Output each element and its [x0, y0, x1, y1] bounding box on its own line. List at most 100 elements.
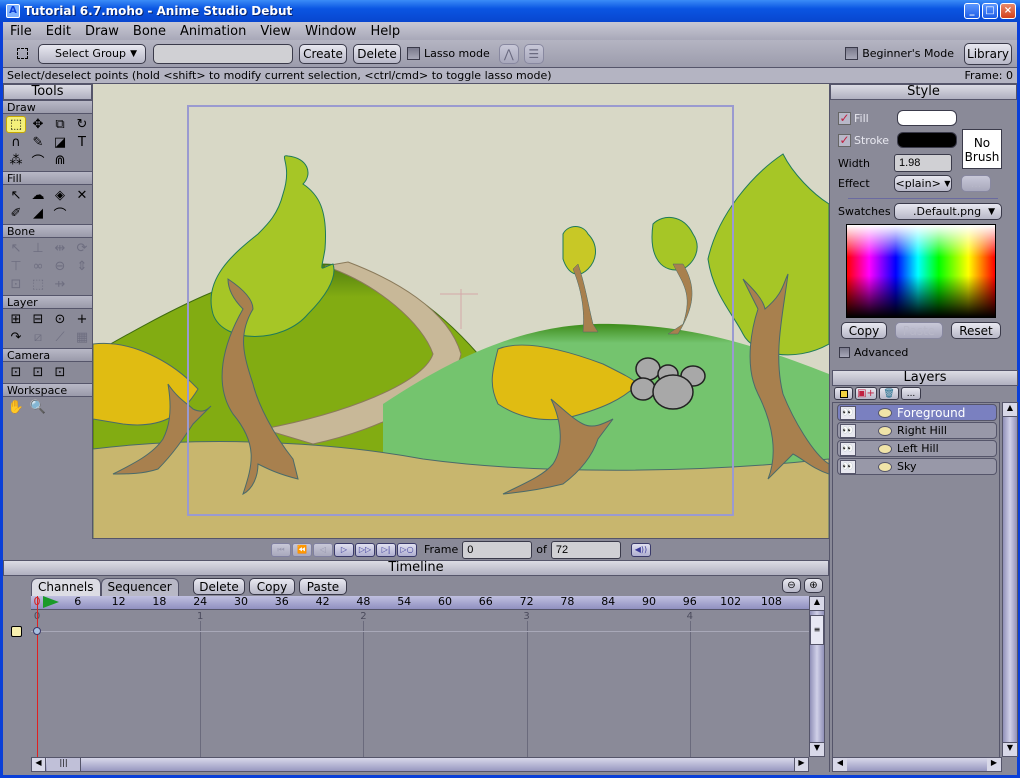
brush-preview[interactable]: No Brush — [962, 129, 1002, 169]
scroll-thumb[interactable]: ≡ — [810, 615, 824, 645]
delete-shape-tool[interactable]: ✕ — [72, 187, 92, 204]
group-name-input[interactable] — [153, 43, 293, 64]
delete-edge-tool[interactable]: ⁂ — [6, 152, 26, 169]
play-range-marker-icon[interactable] — [43, 596, 59, 608]
layers-vertical-scrollbar[interactable]: ▲ ▼ — [1002, 402, 1018, 757]
delete-layer-button[interactable]: 🗑 — [879, 387, 899, 400]
horizontal-scroll-thumb[interactable]: ||| — [47, 758, 81, 771]
timeline-vertical-scrollbar[interactable]: ▲ ≡ ▼ — [809, 596, 825, 757]
library-button[interactable]: Library — [964, 42, 1012, 65]
add-point-tool[interactable]: ∩ — [6, 134, 26, 151]
total-frames-input[interactable] — [550, 540, 621, 559]
fast-forward-button[interactable]: ▷| — [376, 542, 396, 557]
bind-layer-tool[interactable]: ⊡ — [6, 276, 26, 293]
timeline-track[interactable]: 01234 — [31, 596, 809, 757]
beginners-mode-checkbox[interactable] — [845, 47, 859, 60]
select-points-tool[interactable]: ⬚ — [6, 116, 26, 133]
minimize-button[interactable]: _ — [964, 3, 980, 19]
reset-style-button[interactable]: Reset — [951, 322, 1001, 339]
zoom-camera-tool[interactable]: ⊡ — [28, 364, 48, 381]
bind-points-tool[interactable]: ⬚ — [28, 276, 48, 293]
timeline-paste-button[interactable]: Paste — [299, 578, 347, 595]
new-layer-add-button[interactable]: ▣+ — [855, 387, 877, 400]
curvature-tool[interactable]: ⌒ — [28, 152, 48, 170]
advanced-checkbox[interactable] — [839, 347, 850, 358]
track-camera-tool[interactable]: ⊡ — [6, 364, 26, 381]
tab-sequencer[interactable]: Sequencer — [100, 578, 179, 596]
playhead[interactable] — [37, 596, 38, 757]
color-swatch-palette[interactable] — [846, 224, 996, 318]
timeline-horizontal-scrollbar[interactable]: ◀ ||| ▶ — [31, 757, 809, 772]
close-button[interactable]: × — [1000, 3, 1016, 19]
layer-row[interactable]: 👀 Sky — [837, 458, 997, 475]
menu-animation[interactable]: Animation — [173, 24, 253, 39]
copy-style-button[interactable]: Copy — [841, 322, 887, 339]
menu-window[interactable]: Window — [298, 24, 363, 39]
menu-draw[interactable]: Draw — [78, 24, 126, 39]
current-frame-input[interactable] — [462, 540, 533, 559]
scroll-down-arrow[interactable]: ▼ — [1003, 742, 1017, 756]
effect-dropdown[interactable]: <plain> ▼ — [894, 175, 952, 192]
freehand-tool[interactable]: ✎ — [28, 134, 48, 151]
menu-edit[interactable]: Edit — [39, 24, 78, 39]
menu-help[interactable]: Help — [363, 24, 407, 39]
select-shape-tool[interactable]: ↖ — [6, 187, 26, 204]
scroll-down-arrow[interactable]: ▼ — [810, 742, 824, 756]
tab-channels[interactable]: Channels — [31, 578, 101, 596]
follow-path-tool[interactable]: ↷ — [6, 329, 26, 346]
rotate-points-tool[interactable]: ↻ — [72, 116, 92, 133]
draw-shape-tool[interactable]: ◪ — [50, 134, 70, 151]
pan-workspace-tool[interactable]: ✋ — [6, 399, 26, 416]
bone-strength-tool[interactable]: ⊤ — [6, 258, 26, 275]
paste-style-button[interactable]: Paste — [895, 322, 943, 339]
visibility-eye-icon[interactable]: 👀 — [840, 423, 856, 438]
flip-vertical-button[interactable]: ☰ — [523, 43, 544, 64]
zoom-in-timeline-button[interactable]: ⊕ — [804, 578, 823, 593]
swatches-dropdown[interactable]: .Default.png ▼ — [894, 203, 1002, 220]
layers-horizontal-scrollbar[interactable]: ◀ ▶ — [832, 757, 1002, 772]
shear-layer-tool[interactable]: ⧄ — [28, 329, 48, 346]
text-tool[interactable]: T — [72, 134, 92, 151]
scroll-right-arrow[interactable]: ▶ — [987, 758, 1001, 771]
new-layer-button[interactable] — [834, 387, 853, 400]
canvas-workspace[interactable] — [93, 84, 829, 539]
play-backward-button[interactable]: ◁ — [313, 542, 333, 557]
create-button[interactable]: Create — [299, 43, 347, 64]
line-width-input[interactable] — [894, 154, 952, 172]
step-forward-button[interactable]: ▷▷ — [355, 542, 375, 557]
keyframe[interactable] — [33, 627, 41, 635]
scale-points-tool[interactable]: ⧉ — [50, 116, 70, 133]
lasso-mode-checkbox[interactable] — [407, 47, 420, 60]
eyedropper-tool[interactable]: ✐ — [6, 205, 26, 222]
menu-file[interactable]: File — [3, 24, 39, 39]
sound-button[interactable]: ◀)) — [630, 542, 651, 557]
scroll-left-arrow[interactable]: ◀ — [833, 758, 847, 771]
set-origin-tool[interactable]: + — [72, 311, 92, 328]
maximize-button[interactable]: □ — [982, 3, 998, 19]
translate-bone-tool[interactable]: ⇹ — [50, 240, 70, 257]
select-group-dropdown[interactable]: Select Group ▼ — [38, 43, 146, 64]
visibility-eye-icon[interactable]: 👀 — [840, 405, 856, 420]
step-back-button[interactable]: ⏪ — [292, 542, 312, 557]
effect-settings-button[interactable]: ... — [961, 175, 991, 192]
fill-checkbox[interactable]: ✓ — [838, 111, 851, 125]
layer-row[interactable]: 👀 Foreground — [837, 404, 997, 421]
scroll-right-arrow[interactable]: ▶ — [794, 758, 808, 771]
line-width-tool[interactable]: ◢ — [28, 205, 48, 222]
timeline-copy-button[interactable]: Copy — [249, 578, 295, 595]
layer-row[interactable]: 👀 Right Hill — [837, 422, 997, 439]
translate-points-tool[interactable]: ✥ — [28, 116, 48, 133]
timeline-delete-button[interactable]: Delete — [193, 578, 245, 595]
layer-options-button[interactable]: ... — [901, 387, 921, 400]
delete-button[interactable]: Delete — [353, 43, 401, 64]
reparent-bone-tool[interactable]: ∞ — [28, 258, 48, 275]
magnet-tool[interactable]: ⋒ — [50, 152, 70, 169]
layer-angle-tool[interactable]: ⟋ — [50, 329, 70, 346]
scale-layer-tool[interactable]: ⊟ — [28, 311, 48, 328]
add-bone-tool[interactable]: ⊥ — [28, 240, 48, 257]
rotate-layer-tool[interactable]: ⊙ — [50, 311, 70, 328]
rotate-bone-tool[interactable]: ⟳ — [72, 240, 92, 257]
layer-row[interactable]: 👀 Left Hill — [837, 440, 997, 457]
layer-frames-tool[interactable]: ▦ — [72, 329, 92, 346]
zoom-workspace-tool[interactable]: 🔍 — [28, 399, 48, 416]
